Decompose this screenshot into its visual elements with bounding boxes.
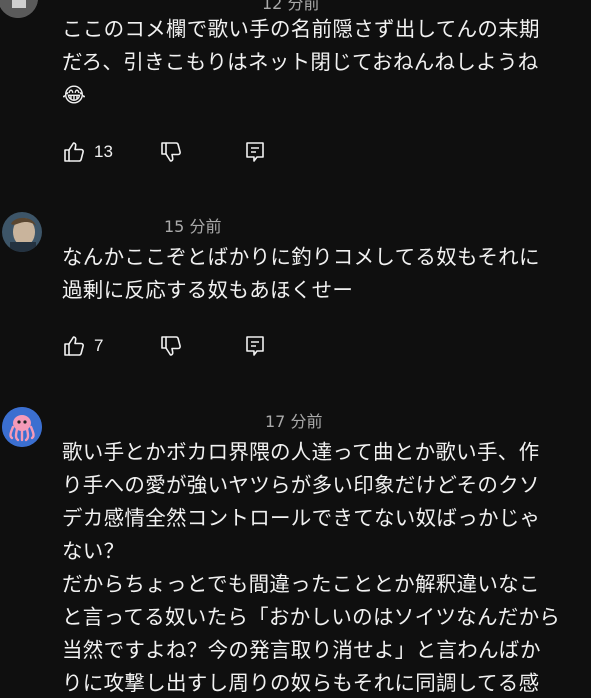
comment-actions: 7 — [62, 333, 282, 359]
comment-actions: 13 — [62, 139, 282, 165]
comment-text: ここのコメ欄で歌い手の名前隠さず出してんの末期 だろ、引きこもりはネット閉じてお… — [62, 17, 540, 107]
thumbs-up-icon — [64, 142, 84, 162]
like-count: 7 — [94, 336, 104, 355]
comment-timestamp: 15 分前 — [164, 217, 222, 236]
like-button[interactable]: 13 — [62, 139, 113, 165]
dislike-button[interactable] — [159, 139, 183, 165]
like-button[interactable]: 7 — [62, 333, 103, 359]
octopus-avatar-icon — [2, 407, 42, 447]
dislike-button[interactable] — [159, 333, 183, 359]
reply-icon — [246, 336, 264, 356]
comment-timestamp: 12 分前 — [262, 0, 320, 13]
thumbs-down-icon — [161, 142, 181, 162]
reply-button[interactable] — [243, 333, 267, 359]
thumbs-down-icon — [161, 336, 181, 356]
avatar[interactable] — [2, 407, 42, 447]
comment-text: 歌い手とかボカロ界隈の人達って曲とか歌い手、作 り手への愛が強いヤツらが多い印象… — [62, 440, 561, 695]
user-avatar-icon — [2, 212, 42, 252]
reply-icon — [246, 142, 264, 162]
thumbs-up-icon — [64, 336, 84, 356]
like-count: 13 — [94, 142, 113, 161]
comment-timestamp: 17 分前 — [265, 412, 323, 431]
avatar[interactable] — [0, 0, 38, 18]
user-avatar-icon — [0, 0, 38, 18]
comment-text: なんかここぞとばかりに釣りコメしてる奴もそれに 過剰に反応する奴もあほくせー — [62, 245, 540, 302]
avatar[interactable] — [2, 212, 42, 252]
reply-button[interactable] — [243, 139, 267, 165]
